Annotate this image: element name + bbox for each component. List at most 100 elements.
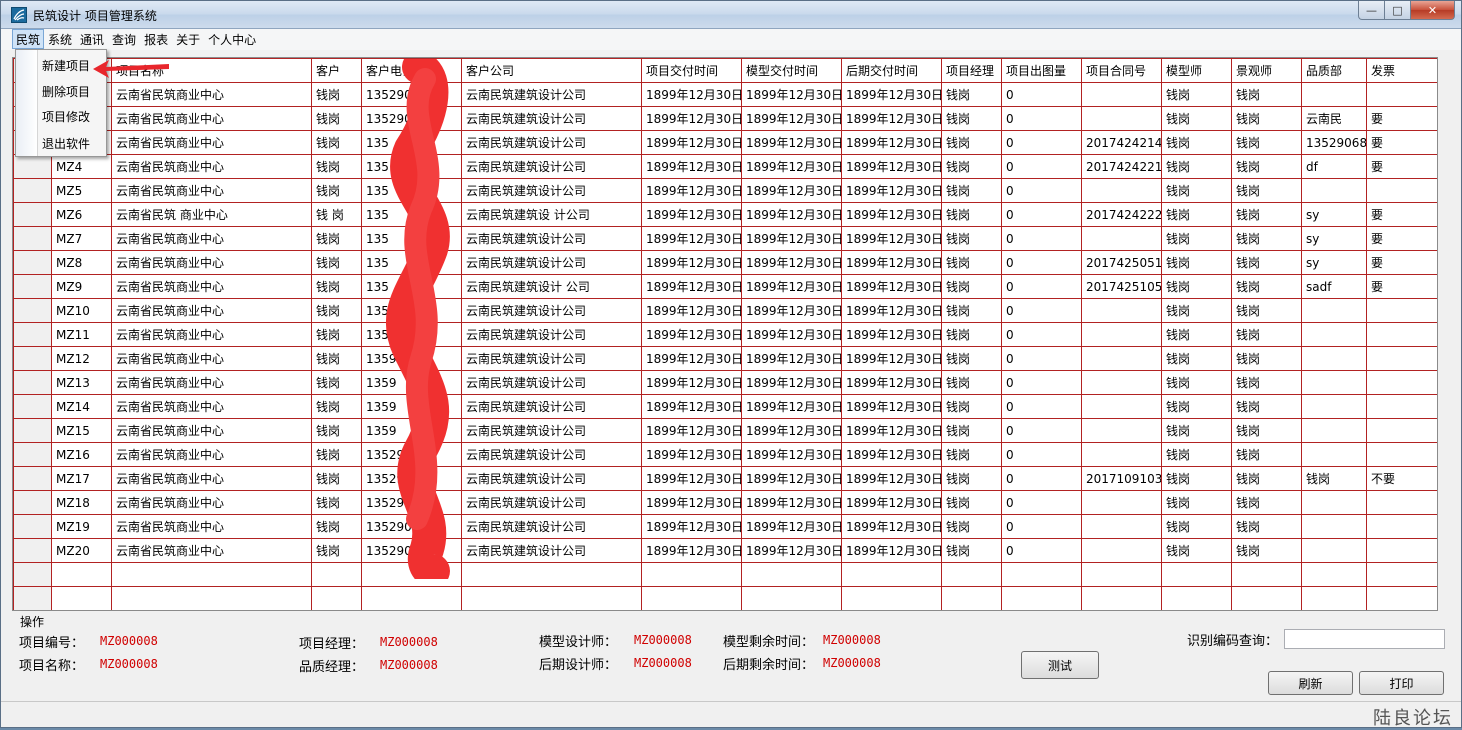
table-cell[interactable] [1081, 106, 1162, 131]
row-selector[interactable] [13, 442, 52, 467]
table-cell[interactable] [1301, 514, 1367, 539]
table-cell[interactable] [51, 562, 112, 587]
table-cell[interactable]: 0 [1001, 226, 1082, 251]
table-cell[interactable] [1366, 298, 1437, 323]
table-cell[interactable] [1001, 586, 1082, 610]
table-cell[interactable]: 1899年12月30日 [641, 130, 742, 155]
table-cell[interactable]: 0 [1001, 250, 1082, 275]
table-cell[interactable] [1366, 538, 1437, 563]
table-cell[interactable]: 1899年12月30日 [741, 82, 842, 107]
table-cell[interactable]: 1899年12月30日 [741, 514, 842, 539]
table-cell[interactable]: 1899年12月30日 [841, 250, 942, 275]
table-cell[interactable] [1301, 178, 1367, 203]
table-cell[interactable]: 钱岗 [941, 178, 1002, 203]
table-cell[interactable] [1081, 442, 1162, 467]
table-cell[interactable]: 0 [1001, 418, 1082, 443]
table-cell[interactable]: 1899年12月30日 [641, 106, 742, 131]
table-cell[interactable] [1231, 586, 1302, 610]
menu-minzhu[interactable]: 民筑 [12, 29, 45, 49]
table-cell[interactable]: 云南省民筑商业中心 [111, 106, 312, 131]
table-row[interactable]: MZ18 云南省民筑商业中心 钱岗 135290 云南民筑建筑设计公司 1899年12月3… [13, 490, 1437, 515]
row-selector[interactable] [13, 298, 52, 323]
column-header[interactable]: 客户电话 [361, 58, 462, 83]
row-selector[interactable] [13, 394, 52, 419]
table-cell[interactable]: 1899年12月30日 [741, 154, 842, 179]
table-cell[interactable] [1081, 562, 1162, 587]
table-cell[interactable]: 钱岗 [1231, 226, 1302, 251]
table-cell[interactable] [1366, 490, 1437, 515]
table-cell[interactable]: 1899年12月30日 [841, 106, 942, 131]
column-header[interactable]: 发票 [1366, 58, 1437, 83]
table-cell[interactable]: 钱岗 [941, 154, 1002, 179]
table-cell[interactable]: 钱岗 [311, 418, 362, 443]
table-cell[interactable]: 1899年12月30日 [841, 178, 942, 203]
table-cell[interactable]: 0 [1001, 130, 1082, 155]
table-cell[interactable]: 135 [361, 178, 462, 203]
table-cell[interactable]: 钱岗 [941, 394, 1002, 419]
table-cell[interactable]: 云南省民筑商业中心 [111, 154, 312, 179]
table-cell[interactable] [1366, 514, 1437, 539]
table-cell[interactable]: 钱岗 [1231, 178, 1302, 203]
table-cell[interactable]: 钱岗 [941, 82, 1002, 107]
table-cell[interactable] [311, 586, 362, 610]
table-cell[interactable]: 20174251059 [1081, 274, 1162, 299]
maximize-button[interactable]: □ [1385, 1, 1411, 20]
table-cell[interactable]: 云南民筑建筑设计公司 [461, 490, 642, 515]
table-cell[interactable]: 钱岗 [1161, 370, 1232, 395]
table-cell[interactable]: 0 [1001, 346, 1082, 371]
menu-communication[interactable]: 通讯 [76, 29, 108, 49]
table-cell[interactable] [1366, 562, 1437, 587]
table-cell[interactable]: 钱岗 [1231, 466, 1302, 491]
table-cell[interactable]: 1899年12月30日 [641, 442, 742, 467]
table-cell[interactable]: 钱岗 [1161, 418, 1232, 443]
table-cell[interactable] [941, 562, 1002, 587]
table-cell[interactable]: 要 [1366, 274, 1437, 299]
table-cell[interactable]: 云南民筑建筑设 计公司 [461, 202, 642, 227]
table-cell[interactable]: 135 [361, 154, 462, 179]
search-input[interactable] [1284, 629, 1445, 649]
close-button[interactable]: ✕ [1411, 1, 1455, 20]
table-cell[interactable] [1366, 82, 1437, 107]
table-cell[interactable] [841, 586, 942, 610]
table-row[interactable]: MZ12 云南省民筑商业中心 钱岗 1359 云南民筑建筑设计公司 1899年12月30日… [13, 346, 1437, 371]
table-cell[interactable]: 钱岗 [311, 322, 362, 347]
table-cell[interactable]: 钱岗 [1161, 514, 1232, 539]
row-selector[interactable] [13, 202, 52, 227]
table-cell[interactable]: MZ14 [51, 394, 112, 419]
table-cell[interactable]: 云南民筑建筑设计公司 [461, 226, 642, 251]
table-cell[interactable]: 云南民筑建筑设计公司 [461, 250, 642, 275]
table-cell[interactable]: 1899年12月30日 [741, 418, 842, 443]
table-cell[interactable]: 1899年12月30日 [841, 514, 942, 539]
table-cell[interactable] [461, 586, 642, 610]
table-cell[interactable]: 钱岗 [941, 346, 1002, 371]
menu-about[interactable]: 关于 [172, 29, 204, 49]
table-cell[interactable]: 云南民筑建筑设计公司 [461, 298, 642, 323]
table-cell[interactable] [1231, 562, 1302, 587]
table-cell[interactable]: 钱岗 [1231, 370, 1302, 395]
table-cell[interactable] [1301, 562, 1367, 587]
table-cell[interactable]: 云南省民筑商业中心 [111, 82, 312, 107]
table-cell[interactable]: 钱岗 [941, 418, 1002, 443]
table-cell[interactable]: 135 [361, 226, 462, 251]
table-cell[interactable] [941, 586, 1002, 610]
table-cell[interactable]: 0 [1001, 466, 1082, 491]
table-row[interactable]: MZ16 云南省民筑商业中心 钱岗 135290 云南民筑建筑设计公司 1899年12月3… [13, 442, 1437, 467]
table-cell[interactable]: 钱岗 [311, 538, 362, 563]
table-cell[interactable]: MZ18 [51, 490, 112, 515]
table-row[interactable]: MZ4 云南省民筑商业中心 钱岗 135 云南民筑建筑设计公司 1899年12月30日 18… [13, 154, 1437, 179]
table-cell[interactable]: 钱岗 [1161, 538, 1232, 563]
table-cell[interactable]: 钱岗 [1161, 130, 1232, 155]
table-cell[interactable]: 钱岗 [941, 202, 1002, 227]
table-cell[interactable]: 1359 [361, 370, 462, 395]
table-cell[interactable]: 钱岗 [311, 130, 362, 155]
table-cell[interactable]: 钱岗 [1161, 442, 1232, 467]
table-cell[interactable]: 云南省民筑商业中心 [111, 322, 312, 347]
table-cell[interactable]: 钱岗 [941, 490, 1002, 515]
table-cell[interactable]: 13529068 [361, 82, 462, 107]
table-row[interactable]: MZ19 云南省民筑商业中心 钱岗 135290 云南民筑建筑设计公司 1899年12月3… [13, 514, 1437, 539]
table-cell[interactable]: 1899年12月30日 [841, 466, 942, 491]
table-cell[interactable]: 钱岗 [1231, 442, 1302, 467]
table-cell[interactable]: 1899年12月30日 [641, 202, 742, 227]
column-header[interactable]: 项目合同号 [1081, 58, 1162, 83]
table-cell[interactable] [1081, 82, 1162, 107]
